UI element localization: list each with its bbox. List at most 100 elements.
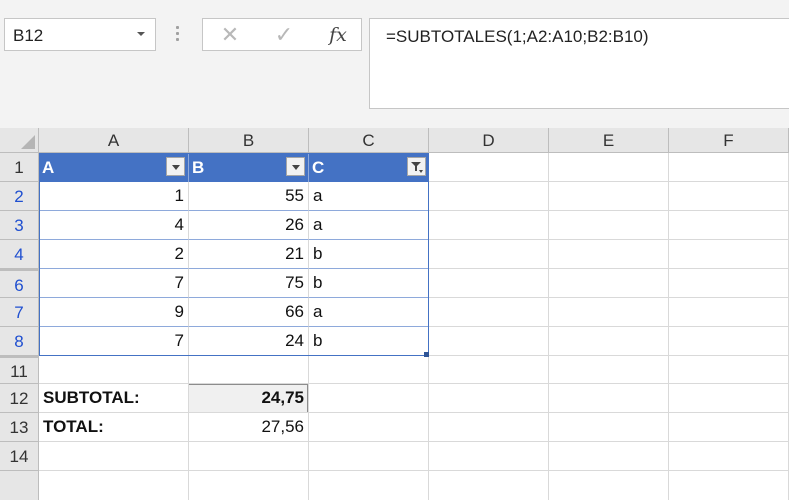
cell-d13[interactable] bbox=[429, 413, 549, 442]
cell-a11[interactable] bbox=[39, 356, 189, 384]
cell-c13[interactable] bbox=[309, 413, 429, 442]
cell-e15[interactable] bbox=[549, 471, 669, 500]
filter-applied-icon[interactable] bbox=[407, 157, 426, 176]
cell-e6[interactable] bbox=[549, 269, 669, 298]
cell-c3[interactable]: a bbox=[309, 211, 429, 240]
cell-f3[interactable] bbox=[669, 211, 789, 240]
cell-a3[interactable]: 4 bbox=[39, 211, 189, 240]
cell-e4[interactable] bbox=[549, 240, 669, 269]
row-header-13[interactable]: 13 bbox=[0, 413, 39, 442]
cell-e7[interactable] bbox=[549, 298, 669, 327]
column-header-d[interactable]: D bbox=[429, 128, 549, 153]
cell-b11[interactable] bbox=[189, 356, 309, 384]
row-header-3[interactable]: 3 bbox=[0, 211, 39, 240]
cell-d11[interactable] bbox=[429, 356, 549, 384]
row-header-8[interactable]: 8 bbox=[0, 327, 39, 356]
cell-c14[interactable] bbox=[309, 442, 429, 471]
select-all-corner[interactable] bbox=[0, 128, 39, 153]
cell-b7[interactable]: 66 bbox=[189, 298, 309, 327]
cancel-icon[interactable]: ✕ bbox=[215, 23, 245, 47]
row-header-14[interactable]: 14 bbox=[0, 442, 39, 471]
cell-f6[interactable] bbox=[669, 269, 789, 298]
table-header-b[interactable]: B bbox=[189, 153, 309, 182]
column-header-e[interactable]: E bbox=[549, 128, 669, 153]
cell-a7[interactable]: 9 bbox=[39, 298, 189, 327]
cell-e3[interactable] bbox=[549, 211, 669, 240]
cell-d1[interactable] bbox=[429, 153, 549, 182]
cell-e14[interactable] bbox=[549, 442, 669, 471]
row-header-2[interactable]: 2 bbox=[0, 182, 39, 211]
cell-f4[interactable] bbox=[669, 240, 789, 269]
cell-c11[interactable] bbox=[309, 356, 429, 384]
cell-e2[interactable] bbox=[549, 182, 669, 211]
row-header-7[interactable]: 7 bbox=[0, 298, 39, 327]
cell-a14[interactable] bbox=[39, 442, 189, 471]
filter-dropdown-icon[interactable] bbox=[286, 157, 305, 176]
cell-f11[interactable] bbox=[669, 356, 789, 384]
cell-d2[interactable] bbox=[429, 182, 549, 211]
column-header-a[interactable]: A bbox=[39, 128, 189, 153]
cell-c2[interactable]: a bbox=[309, 182, 429, 211]
cell-e13[interactable] bbox=[549, 413, 669, 442]
cell-c7[interactable]: a bbox=[309, 298, 429, 327]
cell-f12[interactable] bbox=[669, 384, 789, 413]
table-header-a[interactable]: A bbox=[39, 153, 189, 182]
cell-c6[interactable]: b bbox=[309, 269, 429, 298]
row-header-6[interactable]: 6 bbox=[0, 269, 39, 298]
cell-b14[interactable] bbox=[189, 442, 309, 471]
row-header-11[interactable]: 11 bbox=[0, 356, 39, 384]
cell-b12[interactable]: 24,75 bbox=[189, 384, 309, 413]
cell-b3[interactable]: 26 bbox=[189, 211, 309, 240]
cell-b13[interactable]: 27,56 bbox=[189, 413, 309, 442]
cell-d8[interactable] bbox=[429, 327, 549, 356]
row-header-15[interactable] bbox=[0, 471, 39, 500]
cell-d15[interactable] bbox=[429, 471, 549, 500]
row-header-12[interactable]: 12 bbox=[0, 384, 39, 413]
filter-dropdown-icon[interactable] bbox=[166, 157, 185, 176]
cell-a6[interactable]: 7 bbox=[39, 269, 189, 298]
cell-a15[interactable] bbox=[39, 471, 189, 500]
table-resize-handle[interactable] bbox=[424, 352, 429, 357]
cell-b4[interactable]: 21 bbox=[189, 240, 309, 269]
cell-f1[interactable] bbox=[669, 153, 789, 182]
cell-c8[interactable]: b bbox=[309, 327, 429, 356]
column-header-b[interactable]: B bbox=[189, 128, 309, 153]
cell-f13[interactable] bbox=[669, 413, 789, 442]
cell-c12[interactable] bbox=[309, 384, 429, 413]
grip-icon[interactable] bbox=[176, 26, 179, 44]
cell-b8[interactable]: 24 bbox=[189, 327, 309, 356]
cell-b15[interactable] bbox=[189, 471, 309, 500]
cell-f8[interactable] bbox=[669, 327, 789, 356]
cell-d12[interactable] bbox=[429, 384, 549, 413]
name-box[interactable]: B12 bbox=[4, 18, 156, 51]
cell-c4[interactable]: b bbox=[309, 240, 429, 269]
insert-function-icon[interactable]: fx bbox=[323, 23, 353, 47]
cell-a2[interactable]: 1 bbox=[39, 182, 189, 211]
formula-input[interactable]: =SUBTOTALES(1;A2:A10;B2:B10) bbox=[369, 18, 789, 109]
cell-e12[interactable] bbox=[549, 384, 669, 413]
column-header-c[interactable]: C bbox=[309, 128, 429, 153]
cell-e11[interactable] bbox=[549, 356, 669, 384]
cell-a12[interactable]: SUBTOTAL: bbox=[39, 384, 189, 413]
column-header-f[interactable]: F bbox=[669, 128, 789, 153]
cell-c15[interactable] bbox=[309, 471, 429, 500]
cell-f14[interactable] bbox=[669, 442, 789, 471]
cell-f15[interactable] bbox=[669, 471, 789, 500]
cell-b6[interactable]: 75 bbox=[189, 269, 309, 298]
cell-f2[interactable] bbox=[669, 182, 789, 211]
cell-d3[interactable] bbox=[429, 211, 549, 240]
cell-a4[interactable]: 2 bbox=[39, 240, 189, 269]
enter-icon[interactable]: ✓ bbox=[269, 23, 299, 47]
cell-b2[interactable]: 55 bbox=[189, 182, 309, 211]
chevron-down-icon[interactable] bbox=[137, 32, 145, 36]
cell-d14[interactable] bbox=[429, 442, 549, 471]
cell-e8[interactable] bbox=[549, 327, 669, 356]
cell-d6[interactable] bbox=[429, 269, 549, 298]
cell-e1[interactable] bbox=[549, 153, 669, 182]
cell-a13[interactable]: TOTAL: bbox=[39, 413, 189, 442]
row-header-1[interactable]: 1 bbox=[0, 153, 39, 182]
cell-d7[interactable] bbox=[429, 298, 549, 327]
row-header-4[interactable]: 4 bbox=[0, 240, 39, 269]
cell-f7[interactable] bbox=[669, 298, 789, 327]
cell-d4[interactable] bbox=[429, 240, 549, 269]
